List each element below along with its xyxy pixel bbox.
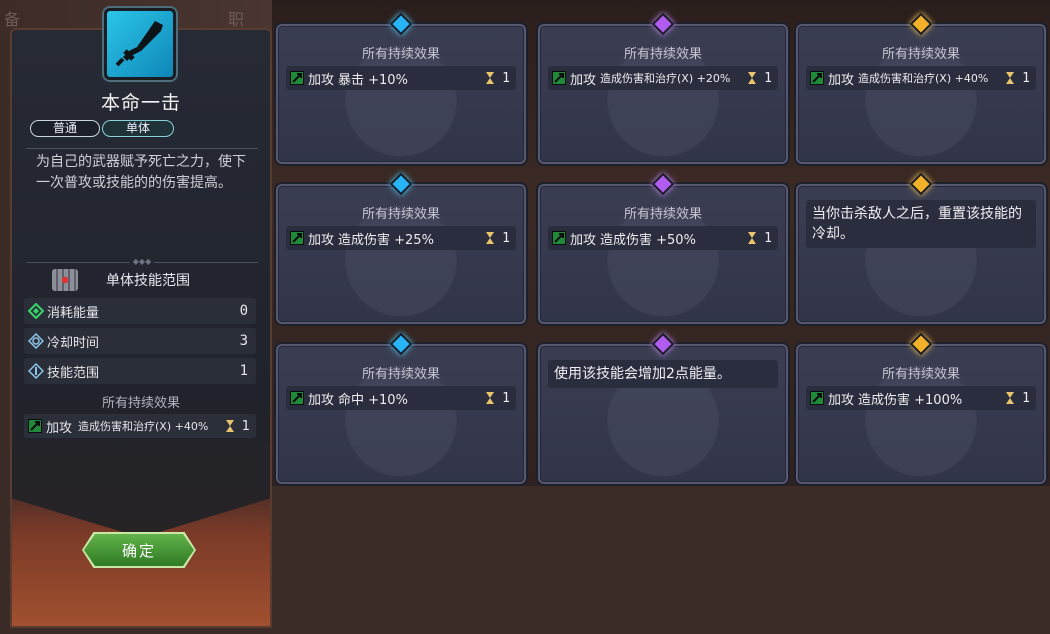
stat-cooldown: 冷却时间 3: [24, 328, 256, 354]
attack-buff-icon: [290, 391, 304, 405]
effect-text: 造成伤害和治疗(X) +40%: [78, 420, 209, 433]
stat-range: 技能范围 1: [24, 358, 256, 384]
card-title: 所有持续效果: [881, 367, 960, 382]
effect-text: 造成伤害 +50%: [600, 232, 696, 248]
attack-buff-icon: [290, 231, 304, 245]
effect-duration: 1: [764, 230, 772, 246]
hourglass-icon: [486, 232, 495, 244]
empty-bottom-area: [272, 486, 1050, 634]
card-title: 所有持续效果: [881, 47, 960, 62]
skill-range-row: 单体技能范围: [52, 268, 190, 292]
effect-type: 加攻: [570, 232, 597, 248]
divider: ◆◆◆: [26, 258, 258, 266]
upgrade-card[interactable]: 所有持续效果加攻 暴击 +10% 1: [276, 12, 526, 164]
card-title: 所有持续效果: [361, 207, 440, 222]
effects-title: 所有持续效果: [101, 396, 180, 411]
effect-text: 命中 +10%: [338, 392, 408, 408]
tag-single-target: 单体: [102, 120, 174, 137]
hourglass-icon: [1006, 392, 1015, 404]
confirm-button[interactable]: 确定: [84, 534, 194, 566]
effect-row: 加攻 命中 +10% 1: [286, 386, 516, 410]
effect-row: 加攻 暴击 +10% 1: [286, 66, 516, 90]
upgrade-card[interactable]: 所有持续效果加攻 造成伤害和治疗(X) +20% 1: [538, 12, 788, 164]
upgrade-card[interactable]: 所有持续效果加攻 造成伤害 +100% 1: [796, 332, 1046, 484]
effect-row: 加攻 造成伤害 +100% 1: [806, 386, 1036, 410]
upgrade-card[interactable]: 使用该技能会增加2点能量。: [538, 332, 788, 484]
hourglass-icon: [1006, 72, 1015, 84]
attack-buff-icon: [290, 71, 304, 85]
effect-type: 加攻: [308, 392, 335, 408]
effect-duration: 1: [1022, 70, 1030, 86]
hex-grid-icon: [52, 269, 78, 291]
card-title: 所有持续效果: [623, 47, 702, 62]
effect-text: 造成伤害和治疗(X) +40%: [858, 72, 989, 85]
effect-text: 造成伤害 +25%: [338, 232, 434, 248]
energy-icon: [28, 303, 44, 319]
effect-type: 加攻: [308, 232, 335, 248]
stat-value: 0: [239, 303, 248, 319]
effect-duration: 1: [502, 70, 510, 86]
effect-type: 加攻: [828, 392, 855, 408]
effect-row: 加攻 造成伤害 +25% 1: [286, 226, 516, 250]
skill-portrait: [104, 8, 176, 80]
sword-icon: [115, 21, 163, 67]
effect-type: 加攻: [828, 72, 855, 88]
upgrade-card[interactable]: 所有持续效果加攻 命中 +10% 1: [276, 332, 526, 484]
attack-buff-icon: [552, 71, 566, 85]
divider: [26, 148, 258, 149]
effect-duration: 1: [241, 418, 250, 434]
card-title: 所有持续效果: [361, 47, 440, 62]
card-description: 当你击杀敌人之后，重置该技能的冷却。: [806, 200, 1036, 248]
effect-text: 造成伤害和治疗(X) +20%: [600, 72, 731, 85]
effect-type: 加攻: [570, 72, 597, 88]
skill-detail-panel: 本命一击 普通 单体 为自己的武器赋予死亡之力，使下一次普攻或技能的的伤害提高。…: [10, 8, 272, 628]
upgrade-card[interactable]: 所有持续效果加攻 造成伤害 +50% 1: [538, 172, 788, 324]
attack-buff-icon: [810, 391, 824, 405]
range-icon: [28, 363, 44, 379]
hourglass-icon: [486, 392, 495, 404]
stat-label: 消耗能量: [47, 305, 100, 321]
stat-label: 技能范围: [47, 365, 100, 381]
effect-duration: 1: [502, 390, 510, 406]
effect-text: 暴击 +10%: [338, 72, 408, 88]
hourglass-icon: [748, 232, 757, 244]
stat-label: 冷却时间: [47, 335, 100, 351]
hourglass-icon: [748, 72, 757, 84]
card-title: 所有持续效果: [361, 367, 440, 382]
effect-duration: 1: [1022, 390, 1030, 406]
card-description: 使用该技能会增加2点能量。: [548, 360, 778, 388]
ghost-text-left: 备: [4, 10, 21, 29]
hourglass-icon: [225, 420, 234, 432]
upgrade-card[interactable]: 当你击杀敌人之后，重置该技能的冷却。: [796, 172, 1046, 324]
effect-type: 加攻: [308, 72, 335, 88]
stat-value: 3: [239, 333, 248, 349]
stat-energy-cost: 消耗能量 0: [24, 298, 256, 324]
range-label: 单体技能范围: [106, 273, 190, 289]
skill-description: 为自己的武器赋予死亡之力，使下一次普攻或技能的的伤害提高。: [36, 154, 246, 191]
upgrade-card[interactable]: 所有持续效果加攻 造成伤害 +25% 1: [276, 172, 526, 324]
tag-normal: 普通: [30, 120, 100, 137]
card-title: 所有持续效果: [623, 207, 702, 222]
cooldown-icon: [28, 333, 44, 349]
effect-duration: 1: [764, 70, 772, 86]
attack-buff-icon: [28, 419, 42, 433]
effect-text: 造成伤害 +100%: [858, 392, 963, 408]
upgrade-card[interactable]: 所有持续效果加攻 造成伤害和治疗(X) +40% 1: [796, 12, 1046, 164]
stat-value: 1: [239, 363, 248, 379]
effect-row: 加攻 造成伤害和治疗(X) +40% 1: [806, 66, 1036, 90]
effect-row: 加攻 造成伤害和治疗(X) +40% 1: [24, 414, 256, 438]
skill-title: 本命一击: [100, 92, 181, 114]
hourglass-icon: [486, 72, 495, 84]
effect-row: 加攻 造成伤害和治疗(X) +20% 1: [548, 66, 778, 90]
effect-type: 加攻: [46, 420, 73, 436]
ghost-text-right: 职: [228, 10, 245, 29]
effect-row: 加攻 造成伤害 +50% 1: [548, 226, 778, 250]
attack-buff-icon: [810, 71, 824, 85]
effect-duration: 1: [502, 230, 510, 246]
attack-buff-icon: [552, 231, 566, 245]
